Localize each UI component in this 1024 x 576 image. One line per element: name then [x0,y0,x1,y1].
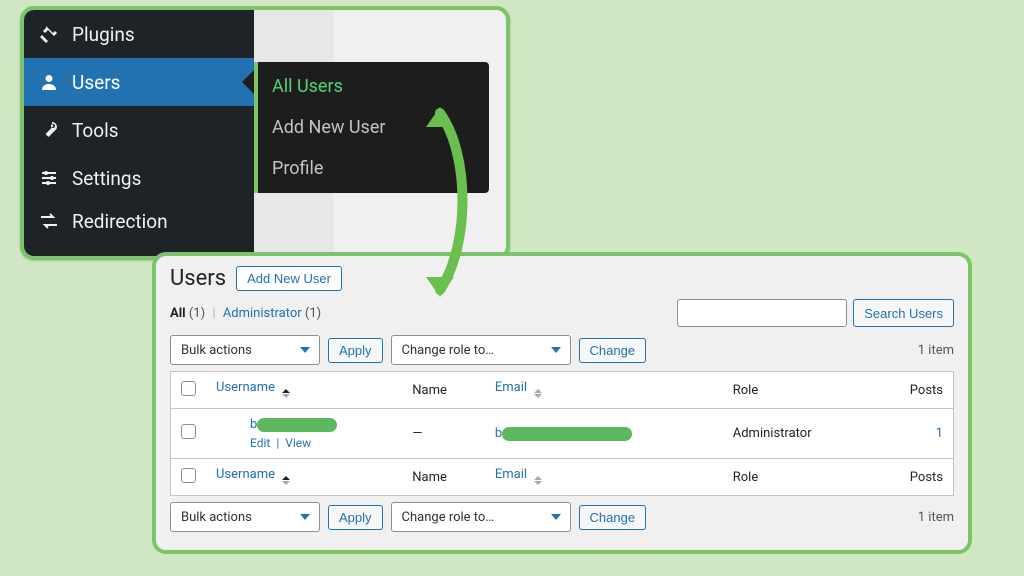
item-count-top: 1 item [918,343,954,358]
row-name-cell: — [402,409,485,459]
row-posts-cell: 1 [872,409,953,459]
edit-user-link[interactable]: Edit [250,436,270,450]
filters-row: All (1) | Administrator (1) Search Users [170,299,954,327]
filter-all-count: (1) [189,306,205,321]
column-footer-name[interactable]: Name [402,459,485,496]
admin-sidebar: Plugins Users Tools Settings Redirection [24,10,254,256]
view-filters: All (1) | Administrator (1) [170,306,321,321]
row-avatar-cell [206,409,240,459]
sidebar-item-users[interactable]: Users [24,58,254,106]
users-admin-panel: Users Add New User All (1) | Administrat… [152,252,972,554]
sidebar-item-redirection[interactable]: Redirection [24,202,254,240]
action-divider: | [276,436,279,450]
column-footer-role[interactable]: Role [723,459,872,496]
row-checkbox-cell [171,409,207,459]
table-header-row: Username Name Email Role Posts [171,372,954,409]
username-link[interactable]: b [250,417,337,432]
select-all-checkbox[interactable] [181,381,196,396]
tablenav-bottom: Bulk actions Apply Change role to… Chang… [170,502,954,532]
sidebar-item-label: Redirection [72,210,168,233]
email-link[interactable]: b [495,426,632,441]
sidebar-item-label: Plugins [72,23,135,46]
change-role-select-bottom[interactable]: Change role to… [391,502,571,532]
redirect-icon [38,210,60,232]
wrench-icon [38,119,60,141]
users-submenu: All Users Add New User Profile [254,62,489,193]
view-user-link[interactable]: View [285,436,311,450]
bulk-actions-top: Bulk actions Apply Change role to… Chang… [170,335,646,365]
header-checkbox-cell [171,372,207,409]
plugin-icon [38,23,60,45]
change-role-button[interactable]: Change [579,338,647,363]
column-header-username[interactable]: Username [206,372,402,409]
submenu-item-all-users[interactable]: All Users [258,66,489,107]
page-header: Users Add New User [170,266,954,291]
change-role-button-bottom[interactable]: Change [579,505,647,530]
column-header-role[interactable]: Role [723,372,872,409]
search-users-button[interactable]: Search Users [853,299,954,327]
filter-all[interactable]: All [170,306,186,321]
sidebar-item-plugins[interactable]: Plugins [24,10,254,58]
sort-indicator-icon [282,472,290,489]
column-header-name[interactable]: Name [402,372,485,409]
sidebar-item-label: Settings [72,167,141,190]
user-icon [38,71,60,93]
apply-bulk-button[interactable]: Apply [328,338,383,363]
row-actions: Edit | View [250,436,392,450]
bulk-actions-select-bottom[interactable]: Bulk actions [170,502,320,532]
submenu-item-add-new-user[interactable]: Add New User [258,107,489,148]
sidebar-item-settings[interactable]: Settings [24,154,254,202]
sidebar-item-label: Users [72,71,120,94]
posts-count-link[interactable]: 1 [936,426,943,441]
column-header-email[interactable]: Email [485,372,723,409]
sort-indicator-icon [534,472,542,489]
bulk-actions-bottom: Bulk actions Apply Change role to… Chang… [170,502,646,532]
row-role-cell: Administrator [723,409,872,459]
table-footer-row: Username Name Email Role Posts [171,459,954,496]
column-footer-posts[interactable]: Posts [872,459,953,496]
sidebar-item-tools[interactable]: Tools [24,106,254,154]
page-title: Users [170,266,226,291]
sort-indicator-icon [534,385,542,402]
search-users-input[interactable] [677,299,847,327]
admin-menu-card: Plugins Users Tools Settings Redirection [20,6,510,260]
sort-indicator-icon [282,385,290,402]
submenu-item-profile[interactable]: Profile [258,148,489,189]
row-email-cell: b [485,409,723,459]
filter-separator: | [212,306,215,321]
add-new-user-button[interactable]: Add New User [236,266,342,291]
filter-admin-count: (1) [305,306,321,321]
users-table: Username Name Email Role Posts [170,371,954,496]
table-row: b Edit | View — b Administrator 1 [171,409,954,459]
row-checkbox[interactable] [181,424,196,439]
sidebar-item-label: Tools [72,119,119,142]
select-all-checkbox-footer[interactable] [181,468,196,483]
bulk-actions-select[interactable]: Bulk actions [170,335,320,365]
sliders-icon [38,167,60,189]
filter-administrator[interactable]: Administrator [223,306,302,321]
column-footer-username[interactable]: Username [206,459,402,496]
column-footer-email[interactable]: Email [485,459,723,496]
apply-bulk-button-bottom[interactable]: Apply [328,505,383,530]
tablenav-top: Bulk actions Apply Change role to… Chang… [170,335,954,365]
item-count-bottom: 1 item [918,510,954,525]
row-username-cell: b Edit | View [240,409,402,459]
user-search: Search Users [677,299,954,327]
change-role-select[interactable]: Change role to… [391,335,571,365]
footer-checkbox-cell [171,459,207,496]
column-header-posts[interactable]: Posts [872,372,953,409]
